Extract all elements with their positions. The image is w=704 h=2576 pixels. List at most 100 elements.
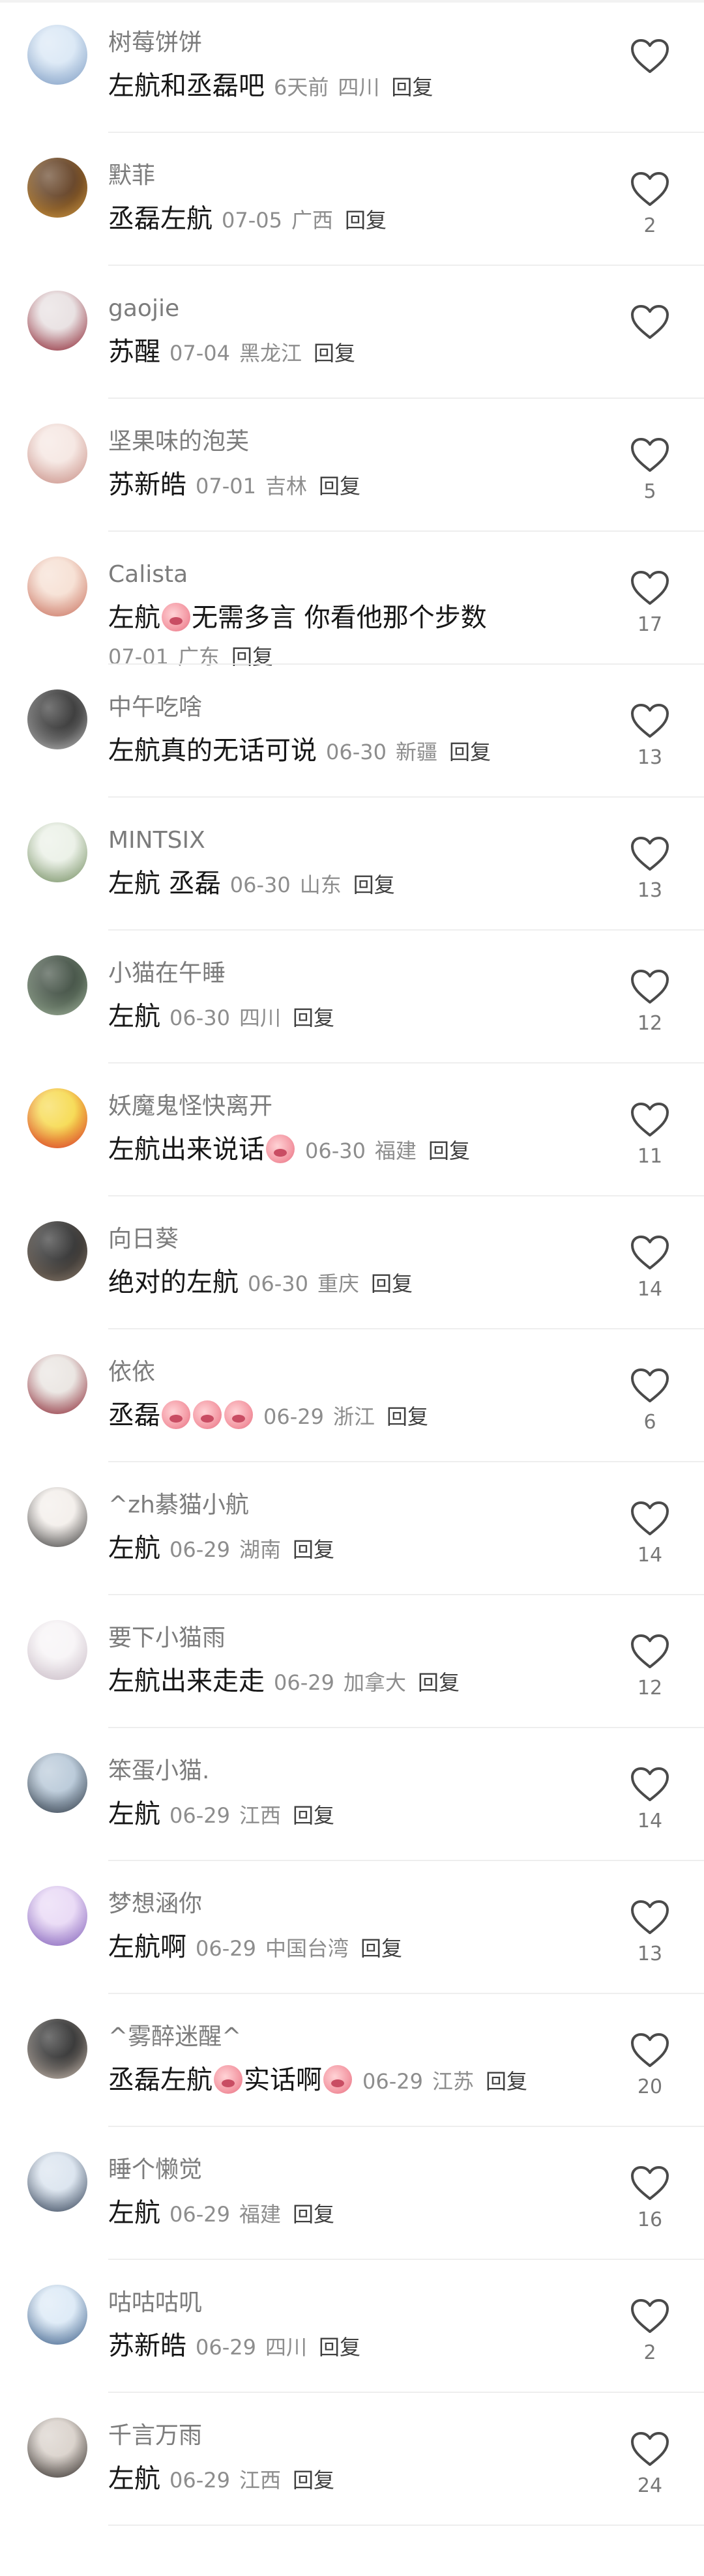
reply-button[interactable]: 回复 (293, 1537, 334, 1562)
comment-username[interactable]: 坚果味的泡芙 (108, 426, 249, 457)
heart-outline-icon[interactable] (630, 1101, 670, 1138)
avatar[interactable] (27, 1354, 87, 1414)
comment-username[interactable]: ^zh綦猫小航 (108, 1490, 249, 1521)
comment-item[interactable]: MINTSIX 左航 丞磊 06-30 山东 回复 13 (0, 798, 704, 931)
heart-outline-icon[interactable] (630, 2431, 670, 2467)
comment-username[interactable]: 千言万雨 (108, 2420, 202, 2452)
avatar[interactable] (27, 25, 87, 85)
comment-username[interactable]: 睡个懒觉 (108, 2154, 202, 2186)
heart-outline-icon[interactable] (630, 1899, 670, 1935)
reply-button[interactable]: 回复 (314, 341, 355, 366)
comment-item[interactable]: 咕咕咕叽 苏新皓 06-29 四川 回复 2 (0, 2260, 704, 2393)
comment-username[interactable]: 梦想涵你 (108, 1889, 202, 1920)
avatar[interactable] (27, 1753, 87, 1813)
avatar[interactable] (27, 1221, 87, 1281)
comment-username[interactable]: 依依 (108, 1357, 155, 1388)
avatar[interactable] (27, 1620, 87, 1680)
comment-item[interactable]: 要下小猫雨 左航出来走走 06-29 加拿大 回复 12 (0, 1595, 704, 1728)
comment-username[interactable]: 笨蛋小猫. (108, 1756, 209, 1787)
reply-button[interactable]: 回复 (371, 1271, 413, 1296)
comment-username[interactable]: Calista (108, 559, 188, 590)
comment-username[interactable]: 向日葵 (108, 1224, 179, 1255)
reply-button[interactable]: 回复 (353, 873, 395, 897)
comment-username[interactable]: 咕咕咕叽 (108, 2287, 202, 2319)
comment-text: 左航 (108, 1533, 160, 1563)
heart-outline-icon[interactable] (630, 1234, 670, 1271)
comment-item[interactable]: 依依 丞磊 06-29 浙江 回复 6 (0, 1329, 704, 1462)
comment-item[interactable]: 妖魔鬼怪快离开 左航出来说话 06-30 福建 回复 11 (0, 1064, 704, 1196)
comment-item[interactable]: 默菲 丞磊左航 07-05 广西 回复 2 (0, 133, 704, 266)
avatar[interactable] (27, 1886, 87, 1946)
reply-button[interactable]: 回复 (449, 740, 491, 764)
heart-outline-icon[interactable] (630, 437, 670, 473)
like-count: 17 (637, 613, 663, 636)
avatar[interactable] (27, 1487, 87, 1547)
heart-outline-icon[interactable] (630, 304, 670, 340)
comment-item[interactable]: 梦想涵你 左航啊 06-29 中国台湾 回复 13 (0, 1861, 704, 1994)
heart-outline-icon[interactable] (630, 1367, 670, 1404)
avatar[interactable] (27, 424, 87, 484)
avatar[interactable] (27, 557, 87, 616)
comment-item[interactable]: 中午吃啥 左航真的无话可说 06-30 新疆 回复 13 (0, 665, 704, 798)
comment-item[interactable]: ^雾醉迷醒^ 丞磊左航 实话啊 06-29 江苏 回复 20 (0, 1994, 704, 2127)
reply-button[interactable]: 回复 (319, 2335, 360, 2360)
heart-outline-icon[interactable] (630, 171, 670, 207)
avatar[interactable] (27, 822, 87, 882)
heart-outline-icon[interactable] (630, 570, 670, 606)
avatar[interactable] (27, 158, 87, 218)
avatar[interactable] (27, 955, 87, 1015)
heart-outline-icon[interactable] (630, 1633, 670, 1670)
reply-button[interactable]: 回复 (293, 2468, 334, 2493)
comment-username[interactable]: MINTSIX (108, 825, 205, 856)
comment-item[interactable]: 树莓饼饼 左航和丞磊吧 6天前 四川 回复 (0, 0, 704, 133)
heart-outline-icon[interactable] (630, 2032, 670, 2068)
heart-outline-icon[interactable] (630, 2298, 670, 2334)
avatar[interactable] (27, 2418, 87, 2478)
avatar[interactable] (27, 1088, 87, 1148)
comment-item[interactable]: 向日葵 绝对的左航 06-30 重庆 回复 14 (0, 1196, 704, 1329)
reply-button[interactable]: 回复 (391, 75, 433, 100)
reply-button[interactable]: 回复 (293, 1803, 334, 1828)
reply-button[interactable]: 回复 (486, 2069, 527, 2094)
comment-username[interactable]: 小猫在午睡 (108, 958, 226, 989)
heart-outline-icon[interactable] (630, 1500, 670, 1537)
avatar[interactable] (27, 689, 87, 749)
comment-location: 四川 (338, 75, 380, 100)
reply-button[interactable]: 回复 (293, 2202, 334, 2227)
comment-username[interactable]: 要下小猫雨 (108, 1623, 226, 1654)
heart-outline-icon[interactable] (630, 2165, 670, 2201)
comment-item[interactable]: 千言万雨 左航 06-29 江西 回复 24 (0, 2393, 704, 2526)
avatar[interactable] (27, 2019, 87, 2079)
comment-location: 江西 (239, 2468, 281, 2493)
reply-button[interactable]: 回复 (428, 1138, 470, 1163)
comment-username[interactable]: 妖魔鬼怪快离开 (108, 1091, 272, 1122)
comment-username[interactable]: 默菲 (108, 160, 155, 192)
heart-outline-icon[interactable] (630, 1766, 670, 1802)
reply-button[interactable]: 回复 (360, 1936, 402, 1961)
avatar[interactable] (27, 2285, 87, 2345)
comment-item[interactable]: 睡个懒觉 左航 06-29 福建 回复 16 (0, 2127, 704, 2260)
avatar[interactable] (27, 291, 87, 351)
comment-item[interactable]: ^zh綦猫小航 左航 06-29 湖南 回复 14 (0, 1462, 704, 1595)
avatar[interactable] (27, 2152, 87, 2212)
comment-item[interactable]: Calista 左航 无需多言 你看他那个步数 07-01 广东 回复 17 (0, 532, 704, 669)
heart-outline-icon[interactable] (630, 38, 670, 74)
reply-button[interactable]: 回复 (293, 1006, 334, 1030)
comment-username[interactable]: 中午吃啥 (108, 692, 202, 723)
heart-outline-icon[interactable] (630, 835, 670, 872)
comment-text: 丞磊左航 (108, 2065, 213, 2095)
comment-item[interactable]: gaojie 苏醒 07-04 黑龙江 回复 (0, 266, 704, 399)
comment-item[interactable]: 坚果味的泡芙 苏新皓 07-01 吉林 回复 5 (0, 399, 704, 532)
reply-button[interactable]: 回复 (345, 208, 387, 233)
comment-item[interactable]: 笨蛋小猫. 左航 06-29 江西 回复 14 (0, 1728, 704, 1861)
comment-location: 山东 (299, 873, 342, 897)
heart-outline-icon[interactable] (630, 968, 670, 1005)
comment-item[interactable]: 小猫在午睡 左航 06-30 四川 回复 12 (0, 931, 704, 1064)
comment-username[interactable]: gaojie (108, 293, 179, 325)
comment-username[interactable]: ^雾醉迷醒^ (108, 2021, 241, 2053)
comment-username[interactable]: 树莓饼饼 (108, 27, 202, 59)
heart-outline-icon[interactable] (630, 702, 670, 739)
reply-button[interactable]: 回复 (418, 1670, 460, 1695)
reply-button[interactable]: 回复 (319, 474, 360, 499)
reply-button[interactable]: 回复 (387, 1404, 428, 1429)
